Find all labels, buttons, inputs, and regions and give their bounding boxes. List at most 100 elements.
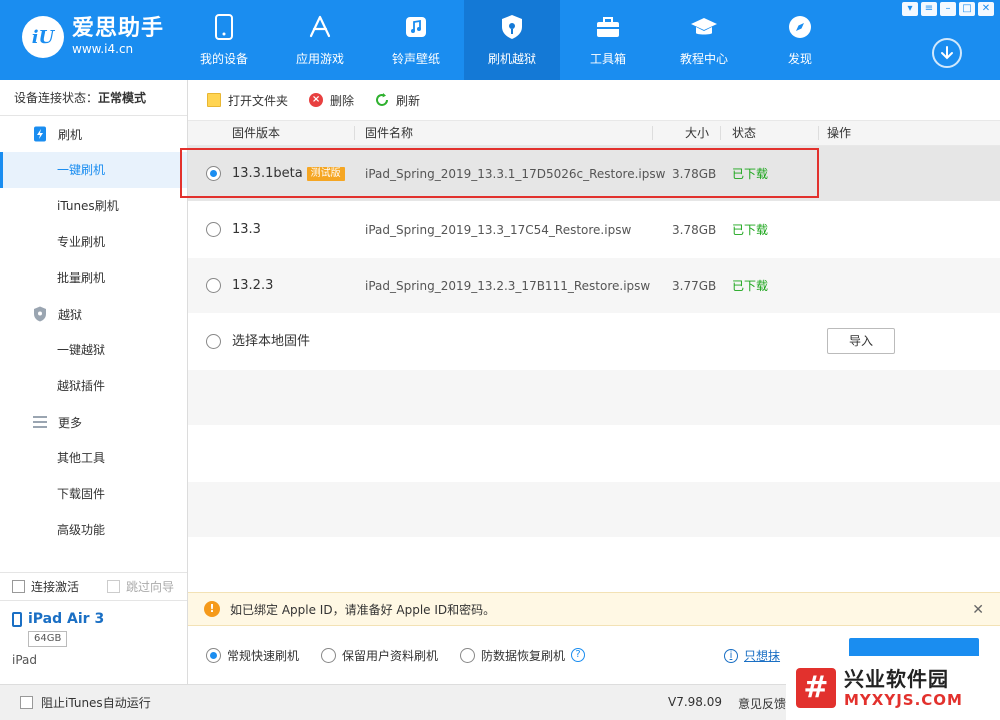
firmware-status: 已下载 [732,167,769,181]
device-capacity: 64GB [28,631,68,647]
sidebar-item-itunes-flash[interactable]: iTunes刷机 [0,188,187,224]
firmware-list: 13.3.1beta 测试版 iPad_Spring_2019_13.3.1_17… [180,146,1000,594]
sidebar-group-flash[interactable]: 刷机 [0,116,187,152]
firmware-row[interactable]: 13.3 iPad_Spring_2019_13.3_17C54_Restore… [188,202,1000,258]
minimize-icon[interactable]: – [940,2,956,16]
nav-discover[interactable]: 发现 [752,0,848,80]
open-folder-button[interactable]: 打开文件夹 [206,92,288,109]
firmware-status: 已下载 [732,223,769,237]
device-name: iPad Air 3 [28,611,105,627]
sidebar-item-download-firmware[interactable]: 下载固件 [0,476,187,512]
auto-activate-label: 连接激活 [31,580,80,594]
nav-my-device[interactable]: 我的设备 [176,0,272,80]
warning-icon: ! [204,601,220,617]
firmware-radio[interactable] [206,278,221,293]
close-icon[interactable]: ✕ [978,2,994,16]
nav-ringtones[interactable]: 铃声壁纸 [368,0,464,80]
delete-button[interactable]: × 删除 [308,92,354,109]
firmware-version: 13.2.3 [232,278,274,293]
local-firmware-row[interactable]: 选择本地固件 导入 [188,314,1000,370]
col-size: 大小 [685,126,710,140]
phone-icon [209,12,239,42]
nav-apps-games[interactable]: 应用游戏 [272,0,368,80]
app-version: V7.98.09 [668,695,723,709]
nav-flash-jailbreak[interactable]: 刷机越狱 [464,0,560,80]
firmware-version: 13.3 [232,222,261,237]
nav-toolbox[interactable]: 工具箱 [560,0,656,80]
refresh-button[interactable]: 刷新 [374,92,420,109]
maximize-icon[interactable]: □ [959,2,975,16]
toolbox-icon [593,12,623,42]
apple-id-notice: ! 如已绑定 Apple ID，请准备好 Apple ID和密码。 ✕ [188,592,1000,626]
shield-icon [32,306,48,322]
flash-icon [32,126,48,142]
block-itunes-checkbox[interactable] [20,696,33,709]
notice-text: 如已绑定 Apple ID，请准备好 Apple ID和密码。 [230,602,496,617]
flash-icon [497,12,527,42]
sidebar-group-more[interactable]: 更多 [0,404,187,440]
firmware-name: iPad_Spring_2019_13.3.1_17D5026c_Restore… [365,167,666,181]
download-manager-button[interactable] [932,38,962,68]
help-icon[interactable]: ? [571,648,586,662]
connection-status: 设备连接状态：正常模式 [0,80,187,116]
nav-tutorials[interactable]: 教程中心 [656,0,752,80]
logo-name: 爱思助手 [72,16,165,41]
device-type: iPad [12,653,38,667]
block-itunes-label: 阻止iTunes自动运行 [41,696,151,710]
activation-options: 连接激活 跳过向导 [0,572,187,600]
sidebar-item-one-click-jailbreak[interactable]: 一键越狱 [0,332,187,368]
auto-activate-checkbox[interactable] [12,580,25,593]
shirt-icon[interactable]: ▾ [902,2,918,16]
firmware-radio[interactable] [206,166,221,181]
firmware-status: 已下载 [732,279,769,293]
compass-icon [785,12,815,42]
feedback-link[interactable]: 意见反馈 [738,695,786,712]
watermark-title: 兴业软件园 [844,667,949,691]
main-panel: 打开文件夹 × 删除 刷新 固件版本 固件名称 大小 状态 操作 13.3.1b… [180,80,1000,720]
top-header: iU 爱思助手 www.i4.cn 我的设备 应用游戏 铃声壁纸 刷机越狱 工具… [0,0,1000,80]
main-nav: 我的设备 应用游戏 铃声壁纸 刷机越狱 工具箱 教程中心 发现 [176,0,848,80]
empty-row [188,538,1000,594]
mode-quick-flash[interactable]: 常规快速刷机 [206,647,299,664]
sidebar-item-one-click-flash[interactable]: 一键刷机 [0,152,187,188]
toolbar: 打开文件夹 × 删除 刷新 [188,80,1000,120]
sidebar-item-other-tools[interactable]: 其他工具 [0,440,187,476]
music-icon [401,12,431,42]
logo-mark: iU [22,16,64,58]
settings-icon[interactable]: ≡ [921,2,937,16]
close-icon[interactable]: ✕ [972,602,984,618]
firmware-size: 3.78GB [672,167,717,181]
sidebar-item-advanced[interactable]: 高级功能 [0,512,187,548]
info-icon: i [724,648,738,663]
firmware-name: iPad_Spring_2019_13.3_17C54_Restore.ipsw [365,223,632,237]
local-firmware-radio[interactable] [206,334,221,349]
device-info[interactable]: iPad Air 3 64GB iPad [0,600,187,684]
local-firmware-label: 选择本地固件 [232,334,311,349]
beta-badge: 测试版 [306,166,345,181]
app-logo: iU 爱思助手 www.i4.cn [22,16,164,58]
sidebar-group-jailbreak[interactable]: 越狱 [0,296,187,332]
import-button[interactable]: 导入 [827,328,895,354]
sidebar: 设备连接状态：正常模式 刷机 一键刷机 iTunes刷机 专业刷机 批量刷机 越… [0,80,188,720]
skip-guide-checkbox [107,580,121,593]
mode-radio[interactable] [206,647,221,663]
mode-radio[interactable] [460,647,476,663]
watermark-url: MYXYJS.COM [844,691,963,709]
mode-radio[interactable] [321,647,337,663]
sidebar-item-pro-flash[interactable]: 专业刷机 [0,224,187,260]
col-status: 状态 [732,126,757,140]
firmware-row[interactable]: 13.2.3 iPad_Spring_2019_13.2.3_17B111_Re… [188,258,1000,314]
sidebar-item-jailbreak-plugins[interactable]: 越狱插件 [0,368,187,404]
erase-only-link[interactable]: i 只想抹 [724,647,780,664]
graduation-cap-icon [689,12,719,42]
firmware-size: 3.77GB [672,279,717,293]
sidebar-item-batch-flash[interactable]: 批量刷机 [0,260,187,296]
app-store-icon [305,12,335,42]
mode-anti-recovery-flash[interactable]: 防数据恢复刷机 ? [460,647,586,664]
col-version: 固件版本 [232,126,281,140]
logo-url: www.i4.cn [72,42,134,56]
mode-keep-data-flash[interactable]: 保留用户资料刷机 [321,647,438,664]
firmware-radio[interactable] [206,222,221,237]
firmware-row[interactable]: 13.3.1beta 测试版 iPad_Spring_2019_13.3.1_17… [180,146,1000,202]
empty-row [188,482,1000,538]
